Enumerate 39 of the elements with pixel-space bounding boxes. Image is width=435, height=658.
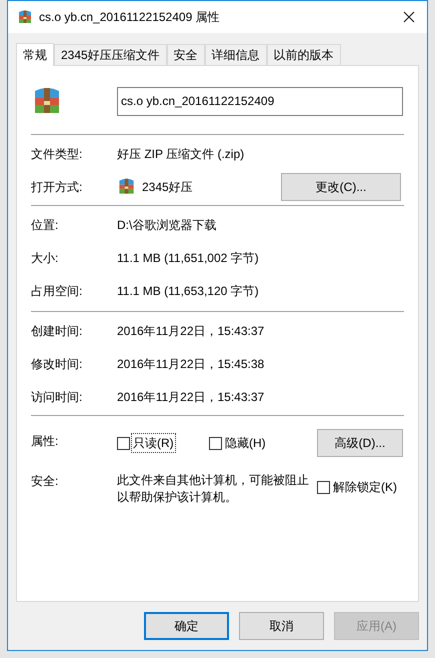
field-label: 位置: [31,216,60,234]
field-label: 文件类型: [31,146,84,162]
field-value: 11.1 MB (11,653,120 字节) [117,282,259,300]
field-value: 2016年11月22日，15:45:38 [117,356,264,372]
checkbox-label[interactable]: 解除锁定(K) [332,478,398,496]
security-message: 此文件来自其他计算机，可能被阻止以帮助保护该计算机。 [117,472,310,506]
field-value: D:\谷歌浏览器下载 [117,216,216,234]
tab[interactable]: 安全 [166,44,205,65]
tab[interactable]: 常规 [16,43,54,66]
checkbox-label[interactable]: 只读(R) [132,434,175,452]
file-name-field[interactable]: cs.o yb.cn_20161122152409 [117,86,403,116]
archive-icon [17,9,33,25]
field-value: 11.1 MB (11,651,002 字节) [117,250,259,266]
field-label: 安全: [31,473,60,490]
field-label: 大小: [31,250,60,266]
field-label: 访问时间: [31,388,84,406]
tab[interactable]: 以前的版本 [266,44,341,65]
archive-icon [117,177,136,196]
close-icon[interactable] [403,11,415,23]
checkbox-label[interactable]: 隐藏(H) [224,434,267,452]
field-value: 2016年11月22日，15:43:37 [117,322,264,340]
field-label: 创建时间: [31,322,84,340]
tab[interactable]: 详细信息 [204,44,267,65]
field-label: 属性: [31,433,60,450]
field-label: 修改时间: [31,356,84,372]
field-value: 2016年11月22日，15:43:37 [117,388,264,406]
dialog-button[interactable]: 确定 [144,612,229,640]
field-label: 打开方式: [31,178,84,196]
app-name: 2345好压 [142,178,193,196]
advanced-button[interactable]: 高级(D)... [317,429,403,457]
change-button[interactable]: 更改(C)... [281,172,401,200]
checkbox[interactable] [209,436,222,450]
checkbox[interactable] [317,480,330,494]
file-type: 好压 ZIP 压缩文件 (.zip) [117,146,244,162]
checkbox[interactable] [117,436,130,450]
window-title: cs.o yb.cn_20161122152409 属性 [39,9,221,26]
dialog-button[interactable]: 取消 [239,612,324,640]
field-label: 占用空间: [31,282,84,300]
tab[interactable]: 2345好压压缩文件 [54,44,167,65]
